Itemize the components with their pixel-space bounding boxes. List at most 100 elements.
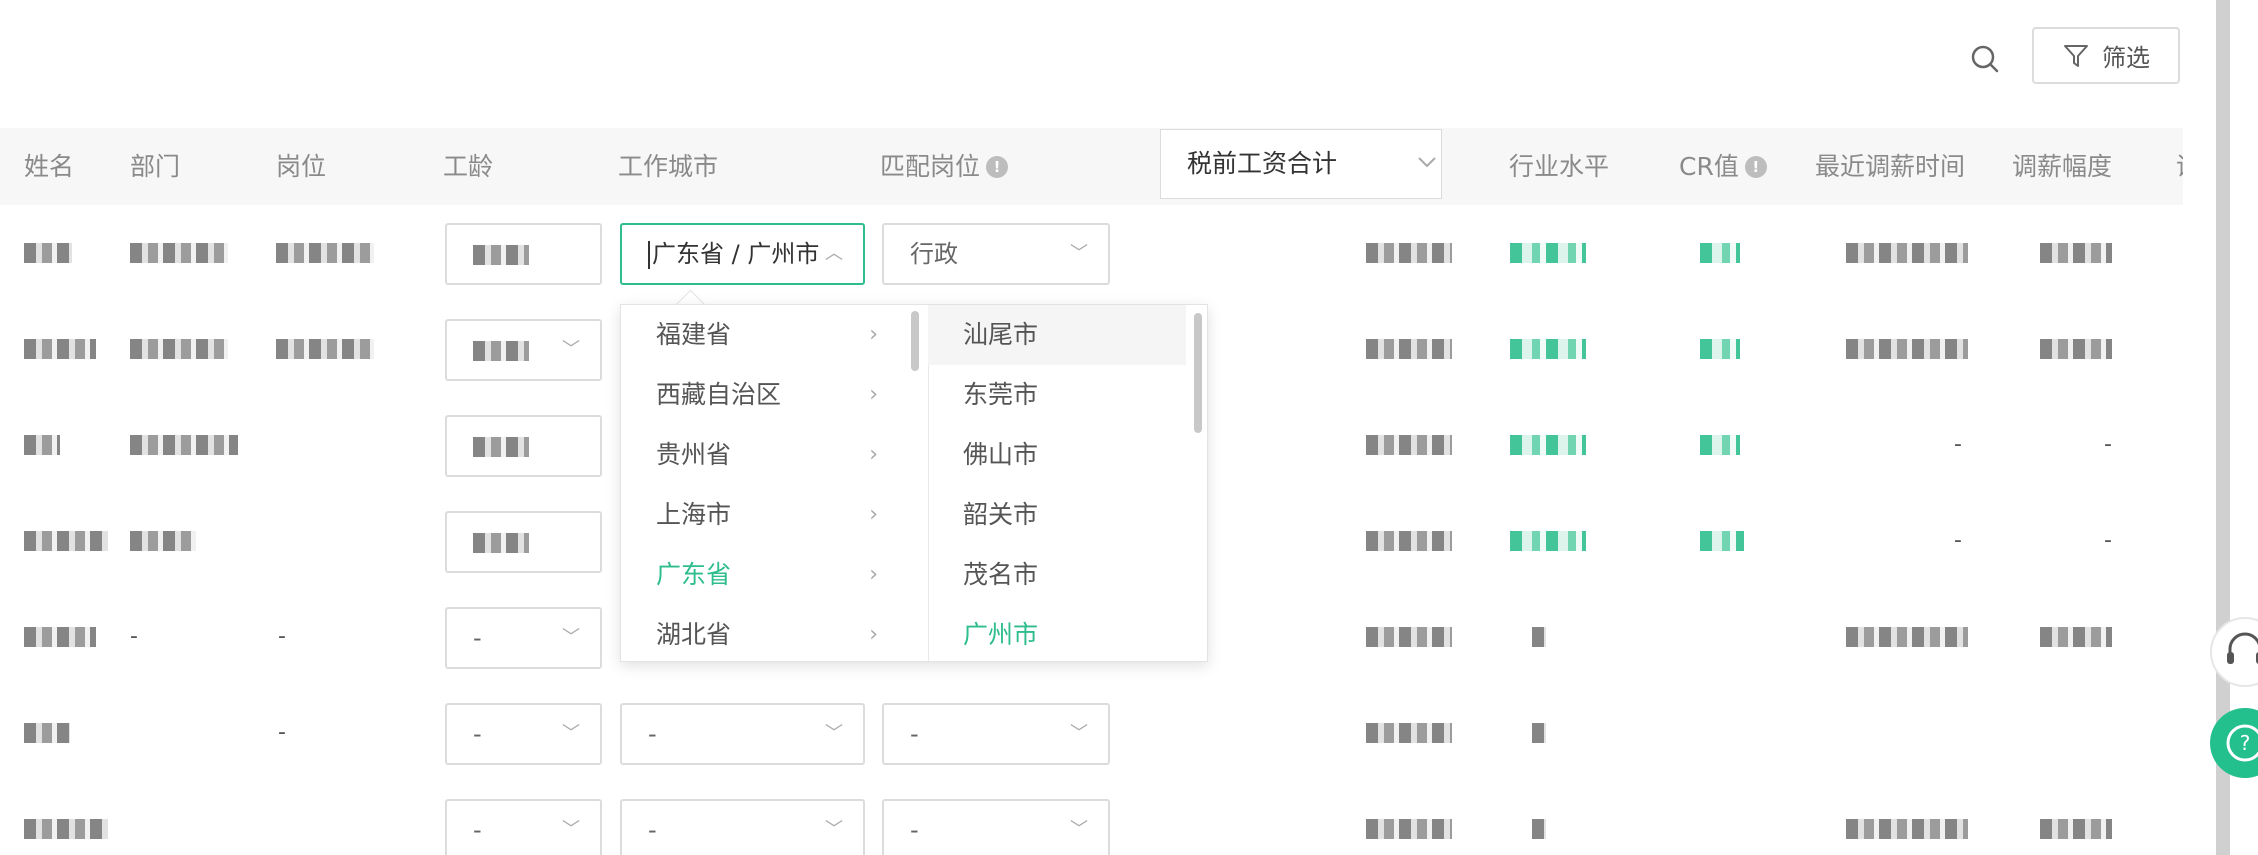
- matched-position-select[interactable]: - ﹀: [882, 703, 1110, 765]
- help-float-button[interactable]: ?: [2210, 708, 2258, 778]
- city-option-maoming[interactable]: 茂名市: [928, 545, 1207, 605]
- tenure-select[interactable]: [445, 415, 602, 477]
- province-option-hubei[interactable]: 湖北省 ›: [621, 605, 928, 661]
- header-matched-position[interactable]: 匹配岗位!: [880, 128, 1009, 205]
- headset-icon: [2227, 632, 2258, 664]
- info-icon[interactable]: !: [986, 155, 1009, 178]
- header-truncated[interactable]: 调: [2176, 128, 2183, 205]
- city-option-shaoguan[interactable]: 韶关市: [928, 485, 1207, 545]
- tenure-select[interactable]: ﹀: [445, 319, 602, 381]
- cell-industry-level: [1510, 205, 1586, 301]
- cell-industry-level: [1532, 589, 1546, 685]
- top-toolbar: 筛选: [0, 0, 2183, 128]
- chevron-down-icon: ﹀: [1070, 243, 1088, 264]
- chevron-down-icon: ﹀: [562, 627, 580, 648]
- province-option-guangdong[interactable]: 广东省 ›: [621, 545, 928, 605]
- salary-type-select[interactable]: 税前工资合计: [1160, 129, 1442, 199]
- tenure-select[interactable]: [445, 511, 602, 573]
- support-float-button[interactable]: [2210, 617, 2258, 687]
- chevron-down-icon: ﹀: [562, 723, 580, 744]
- header-tenure[interactable]: 工龄: [443, 128, 493, 205]
- tenure-select[interactable]: - ﹀: [445, 607, 602, 669]
- header-recent-adjust-time[interactable]: 最近调薪时间: [1815, 128, 1965, 205]
- filter-icon: [2064, 44, 2088, 67]
- chevron-up-icon: ︿: [825, 243, 843, 264]
- cell-name: [24, 685, 70, 781]
- cell-adjust-range: -: [2104, 528, 2112, 553]
- header-department[interactable]: 部门: [130, 128, 180, 205]
- svg-text:?: ?: [2240, 731, 2251, 755]
- cell-department: -: [130, 624, 138, 649]
- cell-cr-value: [1700, 493, 1744, 589]
- header-cr-value[interactable]: CR值!: [1679, 128, 1767, 205]
- cell-industry-level: [1532, 781, 1546, 855]
- chevron-right-icon: ›: [869, 382, 878, 407]
- city-option-foshan[interactable]: 佛山市: [928, 425, 1207, 485]
- cell-salary: [1366, 589, 1452, 685]
- cell-department: [130, 493, 196, 589]
- chevron-down-icon: ﹀: [562, 339, 580, 360]
- cell-adjust-range: [2040, 205, 2112, 301]
- question-chat-icon: ?: [2226, 724, 2258, 762]
- cell-department: [130, 205, 228, 301]
- info-icon[interactable]: !: [1744, 155, 1767, 178]
- cell-department: [130, 301, 228, 397]
- filter-button-label: 筛选: [2102, 44, 2150, 72]
- cell-name: [24, 301, 96, 397]
- city-scrollbar[interactable]: [1194, 313, 1202, 433]
- tenure-select[interactable]: - ﹀: [445, 703, 602, 765]
- cell-position: -: [278, 624, 286, 649]
- tenure-select[interactable]: - ﹀: [445, 799, 602, 855]
- chevron-down-icon: ﹀: [1070, 819, 1088, 840]
- city-option-shanwei[interactable]: 汕尾市: [928, 305, 1186, 365]
- cell-name: [24, 205, 72, 301]
- chevron-down-icon: ﹀: [562, 819, 580, 840]
- tenure-select[interactable]: [445, 223, 602, 285]
- header-industry-level[interactable]: 行业水平: [1509, 128, 1609, 205]
- chevron-right-icon: ›: [869, 562, 878, 587]
- matched-position-select[interactable]: - ﹀: [882, 799, 1110, 855]
- chevron-down-icon: [1418, 157, 1436, 168]
- cell-adjust-range: [2040, 781, 2112, 855]
- province-option-guizhou[interactable]: 贵州省 ›: [621, 425, 928, 485]
- work-city-select[interactable]: - ﹀: [620, 799, 865, 855]
- chevron-right-icon: ›: [869, 502, 878, 527]
- cell-adjust-range: [2040, 301, 2112, 397]
- cell-department: [130, 397, 238, 493]
- work-city-select[interactable]: - ﹀: [620, 703, 865, 765]
- city-option-guangzhou[interactable]: 广州市: [928, 605, 1207, 661]
- table-row: - - ﹀ - ﹀ - ﹀: [0, 685, 2183, 782]
- cell-name: [24, 589, 96, 685]
- province-option-tibet[interactable]: 西藏自治区 ›: [621, 365, 928, 425]
- cell-adjust-range: -: [2104, 432, 2112, 457]
- chevron-right-icon: ›: [869, 442, 878, 467]
- search-icon: [1971, 45, 1999, 73]
- cell-salary: [1366, 493, 1452, 589]
- cell-industry-level: [1510, 493, 1586, 589]
- filter-button[interactable]: 筛选: [2032, 27, 2180, 84]
- cell-position: [276, 205, 374, 301]
- header-work-city[interactable]: 工作城市: [618, 128, 718, 205]
- city-cascader-dropdown: 福建省 › 西藏自治区 › 贵州省 › 上海市 › 广东省 › 湖北省 › 汕尾市 东莞市 …: [620, 304, 1208, 662]
- province-option-shanghai[interactable]: 上海市 ›: [621, 485, 928, 545]
- cell-position: -: [278, 720, 286, 745]
- search-button[interactable]: [1965, 39, 2005, 79]
- cell-industry-level: [1532, 685, 1546, 781]
- cell-recent-adjust-time: [1846, 589, 1968, 685]
- cell-name: [24, 397, 60, 493]
- cell-name: [24, 781, 108, 855]
- province-scrollbar[interactable]: [911, 311, 919, 371]
- cell-position: [276, 301, 374, 397]
- header-name[interactable]: 姓名: [24, 128, 74, 205]
- cell-industry-level: [1510, 301, 1586, 397]
- cell-recent-adjust-time: [1846, 781, 1968, 855]
- header-position[interactable]: 岗位: [276, 128, 326, 205]
- header-adjust-range[interactable]: 调薪幅度: [2012, 128, 2112, 205]
- cell-salary: [1366, 781, 1452, 855]
- city-option-dongguan[interactable]: 东莞市: [928, 365, 1207, 425]
- work-city-cascader-input[interactable]: 广东省 / 广州市 ︿: [620, 223, 865, 285]
- province-option-fujian[interactable]: 福建省 ›: [621, 305, 928, 365]
- province-column: 福建省 › 西藏自治区 › 贵州省 › 上海市 › 广东省 › 湖北省 ›: [621, 305, 929, 661]
- matched-position-select[interactable]: 行政 ﹀: [882, 223, 1110, 285]
- table-row: 广东省 / 广州市 ︿ 行政 ﹀: [0, 205, 2183, 302]
